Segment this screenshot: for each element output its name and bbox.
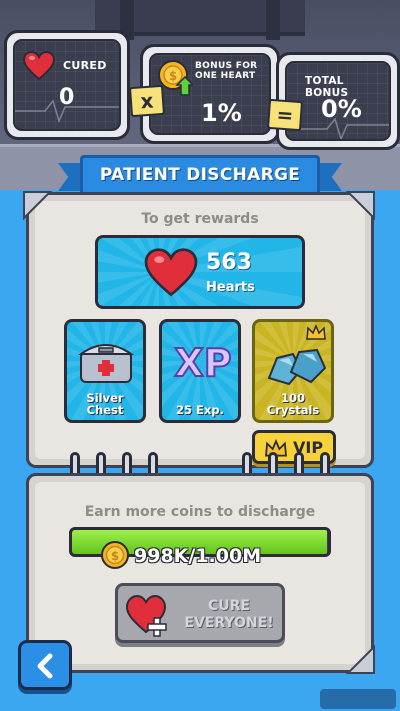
crystals-icon xyxy=(267,348,327,386)
cured-label: CURED xyxy=(63,59,107,72)
reward-silver-chest[interactable]: Silver Chest xyxy=(64,319,146,423)
watermark-logo xyxy=(320,689,396,709)
bonus-label: BONUS FOR ONE HEART xyxy=(195,61,258,81)
panel-corner-decoration xyxy=(346,645,375,674)
svg-text:$: $ xyxy=(169,69,177,83)
svg-text:$: $ xyxy=(111,549,119,563)
svg-text:XP: XP xyxy=(174,341,231,385)
rewards-label: To get rewards xyxy=(141,211,259,227)
heart-icon xyxy=(23,51,55,81)
page-title: PATIENT DISCHARGE xyxy=(99,165,301,185)
crown-icon xyxy=(306,324,326,340)
panel-corner-decoration xyxy=(346,191,375,220)
panel-corner-decoration xyxy=(23,191,52,220)
reward-crystals[interactable]: 100 Crystals xyxy=(252,319,334,423)
heart-icon xyxy=(144,248,198,297)
reward-label: 100 Crystals xyxy=(266,391,320,417)
hearts-reward-card: 563 Hearts xyxy=(95,235,305,309)
total-bonus-value: 0% xyxy=(321,95,362,123)
title-ribbon: PATIENT DISCHARGE xyxy=(80,155,320,195)
reward-label: 25 Exp. xyxy=(176,403,224,417)
multiply-sign: x xyxy=(128,84,166,118)
xp-icon: XP xyxy=(173,340,232,386)
discharge-label: Earn more coins to discharge xyxy=(84,504,316,520)
silver-chest-icon xyxy=(77,344,135,383)
hearts-label: Hearts xyxy=(206,280,255,295)
discharge-panel: Earn more coins to discharge xyxy=(26,473,374,673)
cure-everyone-button[interactable]: CURE EVERYONE! xyxy=(115,583,285,643)
bonus-value: 1% xyxy=(201,99,242,127)
coin-icon: $ xyxy=(101,541,129,569)
cure-everyone-label: CURE EVERYONE! xyxy=(184,598,274,631)
equals-sign: = xyxy=(266,98,304,132)
cured-value: 0 xyxy=(59,85,75,110)
coins-progress-text: 998K/1.00M xyxy=(134,545,262,567)
chevron-left-icon xyxy=(37,653,53,679)
back-button[interactable] xyxy=(18,640,72,690)
hearts-amount: 563 xyxy=(206,250,252,275)
cured-monitor: CURED 0 xyxy=(4,30,130,140)
reward-xp[interactable]: XP 25 Exp. xyxy=(159,319,241,423)
heart-plus-icon xyxy=(125,594,167,637)
reward-label: Silver Chest xyxy=(86,391,124,417)
